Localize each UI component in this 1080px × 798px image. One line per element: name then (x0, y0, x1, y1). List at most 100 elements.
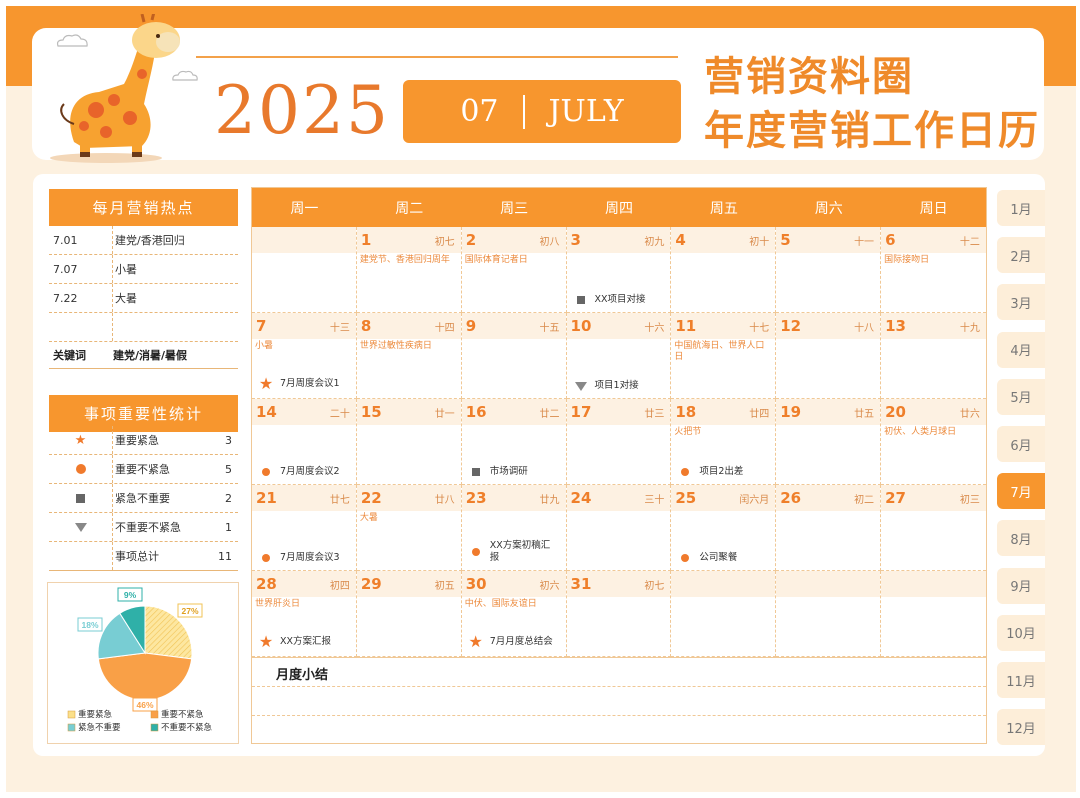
calendar-event[interactable]: ★ XX方案汇报 (258, 634, 331, 650)
calendar-day[interactable]: 16 廿二 市场调研 (461, 399, 567, 485)
month-tab[interactable]: 7月 (997, 473, 1045, 510)
calendar-event[interactable]: 项目2出差 (677, 466, 743, 478)
calendar-day[interactable]: 25 闰六月 公司聚餐 (671, 485, 777, 571)
calendar-day[interactable]: 19 廿五 (776, 399, 882, 485)
square-icon (576, 296, 585, 305)
calendar-day[interactable] (776, 571, 882, 657)
month-tab[interactable]: 3月 (997, 284, 1045, 321)
day-header: 2 初八 (461, 227, 566, 253)
lunar-date: 十三 (329, 322, 350, 334)
lunar-date: 廿九 (539, 494, 560, 506)
summary-line[interactable] (252, 686, 986, 715)
day-header: 4 初十 (671, 227, 776, 253)
month-tab[interactable]: 6月 (997, 426, 1045, 462)
calendar-day[interactable]: 5 十一 (776, 227, 882, 313)
calendar-day[interactable]: 9 十五 (461, 313, 567, 399)
day-number: 31 (570, 575, 592, 593)
lunar-date: 初三 (959, 494, 980, 506)
hotspot-row: 7.01 建党/香港回归 (49, 226, 238, 255)
summary-title: 月度小结 (276, 668, 329, 683)
summary-line[interactable] (252, 715, 986, 744)
festival-text: 中伏、国际友谊日 (464, 599, 537, 609)
calendar-day[interactable]: 22 廿八 大暑 (356, 485, 462, 571)
calendar-day[interactable]: 3 初九 XX项目对接 (566, 227, 672, 313)
calendar-day[interactable]: 1 初七 建党节、香港回归周年 (356, 227, 462, 313)
dot-icon (681, 554, 690, 563)
calendar-day[interactable]: 28 初四 世界肝炎日 ★ XX方案汇报 (252, 571, 357, 657)
calendar-day[interactable] (881, 571, 986, 657)
star-icon: ★ (258, 632, 274, 651)
hotspots-header: 每月营销热点 (49, 189, 238, 226)
calendar-day[interactable]: 8 十四 世界过敏性疾病日 (356, 313, 462, 399)
day-header: 13 十九 (881, 313, 986, 339)
calendar-event[interactable]: XX方案初稿汇报 (468, 540, 554, 564)
month-tab[interactable]: 11月 (997, 662, 1045, 698)
calendar-day[interactable]: 4 初十 (671, 227, 777, 313)
calendar-day[interactable] (252, 227, 357, 313)
calendar-day[interactable]: 12 十八 (776, 313, 882, 399)
calendar-day[interactable]: 23 廿九 XX方案初稿汇报 (461, 485, 567, 571)
day-header: 10 十六 (566, 313, 671, 339)
calendar-day[interactable]: 14 二十 7月周度会议2 (252, 399, 357, 485)
calendar-day[interactable] (671, 571, 777, 657)
day-header (776, 571, 881, 597)
calendar-day[interactable]: 17 廿三 (566, 399, 672, 485)
calendar-day[interactable]: 18 廿四 火把节 项目2出差 (671, 399, 777, 485)
month-tab[interactable]: 12月 (997, 709, 1045, 746)
calendar-event[interactable]: XX项目对接 (573, 294, 646, 306)
calendar-day[interactable]: 13 十九 (881, 313, 986, 399)
month-tab[interactable]: 4月 (997, 331, 1045, 368)
day-header: 28 初四 (252, 571, 356, 597)
square-icon (49, 484, 113, 512)
stat-total-row: 事项总计 11 (49, 542, 238, 571)
weekday-label: 周三 (500, 200, 529, 217)
month-tab[interactable]: 2月 (997, 237, 1045, 274)
pie-percent-label: 27% (181, 606, 198, 616)
calendar-day[interactable]: 6 十二 国际接吻日 (881, 227, 986, 313)
keywords-row: 关键词 建党/消暑/暑假 (49, 342, 238, 369)
calendar-day[interactable]: 26 初二 (776, 485, 882, 571)
day-number: 6 (885, 231, 896, 249)
month-tab[interactable]: 5月 (997, 378, 1045, 415)
calendar-event[interactable]: ★ 7月周度会议1 (258, 376, 340, 392)
calendar-event[interactable]: ★ 7月月度总结会 (468, 634, 553, 650)
calendar-day[interactable]: 31 初七 (566, 571, 672, 657)
calendar-day[interactable]: 7 十三 小暑 ★ 7月周度会议1 (252, 313, 357, 399)
month-tab[interactable]: 8月 (997, 520, 1045, 557)
day-header: 15 廿一 (356, 399, 461, 425)
festival-text: 初伏、人类月球日 (884, 427, 957, 437)
festival-text (671, 597, 775, 601)
calendar-day[interactable]: 29 初五 (356, 571, 462, 657)
calendar-day[interactable]: 24 三十 (566, 485, 672, 571)
lunar-date: 十八 (854, 322, 875, 334)
calendar-day[interactable]: 20 廿六 初伏、人类月球日 (881, 399, 986, 485)
calendar-day[interactable]: 2 初八 国际体育记者日 (461, 227, 567, 313)
festival-text (671, 511, 775, 515)
legend-label: 重要紧急 (78, 709, 113, 720)
calendar-event[interactable]: 7月周度会议3 (258, 552, 340, 564)
calendar-event[interactable]: 项目1对接 (573, 380, 639, 392)
month-tab[interactable]: 1月 (997, 190, 1045, 226)
calendar-title: 年度营销工作日历 (704, 108, 1040, 154)
legend-swatch (150, 723, 159, 732)
calendar-week: 1 初七 建党节、香港回归周年 2 初八 国际体育记者日 3 初九 XX项目对接 4 初十 5 十一 6 十… (252, 227, 986, 313)
calendar-day[interactable]: 27 初三 (881, 485, 986, 571)
weekday-label: 周六 (814, 200, 843, 217)
lunar-date: 廿七 (329, 494, 350, 506)
calendar-event[interactable]: 市场调研 (468, 466, 528, 478)
stat-label: 不重要不紧急 (115, 521, 181, 534)
calendar-day[interactable]: 21 廿七 7月周度会议3 (252, 485, 357, 571)
day-number: 9 (465, 317, 477, 335)
month-tab[interactable]: 9月 (997, 567, 1045, 604)
calendar-event[interactable]: 7月周度会议2 (258, 466, 340, 478)
legend-swatch (67, 710, 76, 719)
event-text: 项目2出差 (699, 466, 744, 478)
calendar-day[interactable]: 10 十六项目1对接 (566, 313, 672, 399)
month-tab[interactable]: 10月 (997, 614, 1045, 651)
calendar-event[interactable]: 公司聚餐 (677, 552, 737, 564)
calendar-day[interactable]: 11 十七 中国航海日、世界人口日 (671, 313, 777, 399)
lunar-date: 初十 (749, 236, 770, 248)
stat-row: 紧急不重要 2 (49, 484, 238, 513)
calendar-day[interactable]: 30 初六 中伏、国际友谊日 ★ 7月月度总结会 (461, 571, 567, 657)
calendar-day[interactable]: 15 廿一 (356, 399, 462, 485)
